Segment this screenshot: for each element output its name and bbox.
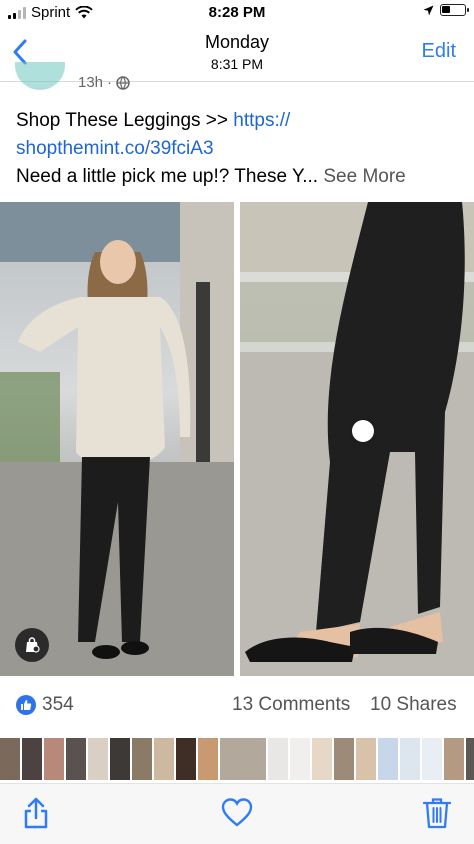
comments-count[interactable]: 13 Comments xyxy=(232,694,350,716)
photo-thumbnail-strip[interactable] xyxy=(0,738,474,780)
shopping-bag-icon xyxy=(26,637,40,653)
photo-thumbnail[interactable] xyxy=(312,738,332,780)
photo-thumbnail[interactable] xyxy=(290,738,310,780)
avatar[interactable] xyxy=(15,62,65,90)
post-line-3: Need a little pick me up!? These Y... Se… xyxy=(16,163,466,191)
photo-thumbnail[interactable] xyxy=(154,738,174,780)
photo-thumbnail[interactable] xyxy=(422,738,442,780)
photo-thumbnail[interactable] xyxy=(334,738,354,780)
photo-thumbnail[interactable] xyxy=(0,738,20,780)
post-link-part2[interactable]: shopthemint.co/39fciA3 xyxy=(16,138,214,159)
post-photo-left[interactable] xyxy=(0,202,234,676)
photo-thumbnail[interactable] xyxy=(198,738,218,780)
photo-thumbnail[interactable] xyxy=(220,738,266,780)
photo-thumbnail[interactable] xyxy=(110,738,130,780)
photo-thumbnail[interactable] xyxy=(268,738,288,780)
photo-thumbnail[interactable] xyxy=(378,738,398,780)
post-line-2: shopthemint.co/39fciA3 xyxy=(16,135,466,163)
post-stats: 354 13 Comments 10 Shares xyxy=(0,690,474,720)
post-line-1: Shop These Leggings >> https:// xyxy=(16,107,466,135)
photo-thumbnail[interactable] xyxy=(176,738,196,780)
photo-thumbnail[interactable] xyxy=(132,738,152,780)
model-sweater-illustration xyxy=(0,202,234,676)
heart-icon[interactable] xyxy=(221,796,253,830)
photo-thumbnail[interactable] xyxy=(22,738,42,780)
see-more-link[interactable]: See More xyxy=(323,166,405,187)
post-text-snippet: Need a little pick me up!? These Y... xyxy=(16,166,319,187)
photo-thumbnail[interactable] xyxy=(356,738,376,780)
status-time: 8:28 PM xyxy=(208,4,266,21)
globe-icon xyxy=(116,75,130,90)
shares-count[interactable]: 10 Shares xyxy=(370,694,457,716)
location-arrow-icon xyxy=(423,5,434,15)
nav-bar: Monday 8:31 PM Edit xyxy=(0,26,474,82)
product-tag-dot[interactable] xyxy=(352,420,374,442)
shopping-bag-button[interactable] xyxy=(15,628,49,662)
post-text: Shop These Leggings >> https:// shopthem… xyxy=(16,107,466,191)
bottom-toolbar xyxy=(0,783,474,844)
photo-thumbnail[interactable] xyxy=(66,738,86,780)
post-link-part1[interactable]: https:// xyxy=(233,110,290,131)
trash-icon[interactable] xyxy=(421,796,453,830)
nav-subtitle: 8:31 PM xyxy=(210,56,264,72)
nav-title: Monday xyxy=(204,32,270,52)
post-meta: 13h · xyxy=(78,74,130,91)
status-right xyxy=(423,4,469,16)
post-time: 13h xyxy=(78,74,104,91)
battery-icon xyxy=(440,4,469,16)
like-summary[interactable]: 354 xyxy=(16,694,74,716)
photo-thumbnail[interactable] xyxy=(88,738,108,780)
photo-thumbnail[interactable] xyxy=(444,738,464,780)
photo-thumbnail[interactable] xyxy=(400,738,420,780)
status-bar: Sprint 8:28 PM xyxy=(0,0,474,26)
thumbs-up-icon xyxy=(16,695,36,715)
separator-dot: · xyxy=(107,74,113,91)
like-count: 354 xyxy=(42,694,74,715)
photo-thumbnail[interactable] xyxy=(466,738,474,780)
share-icon[interactable] xyxy=(20,796,52,830)
post-prefix: Shop These Leggings >> xyxy=(16,110,234,131)
photo-thumbnail[interactable] xyxy=(44,738,64,780)
edit-button[interactable]: Edit xyxy=(422,40,456,63)
